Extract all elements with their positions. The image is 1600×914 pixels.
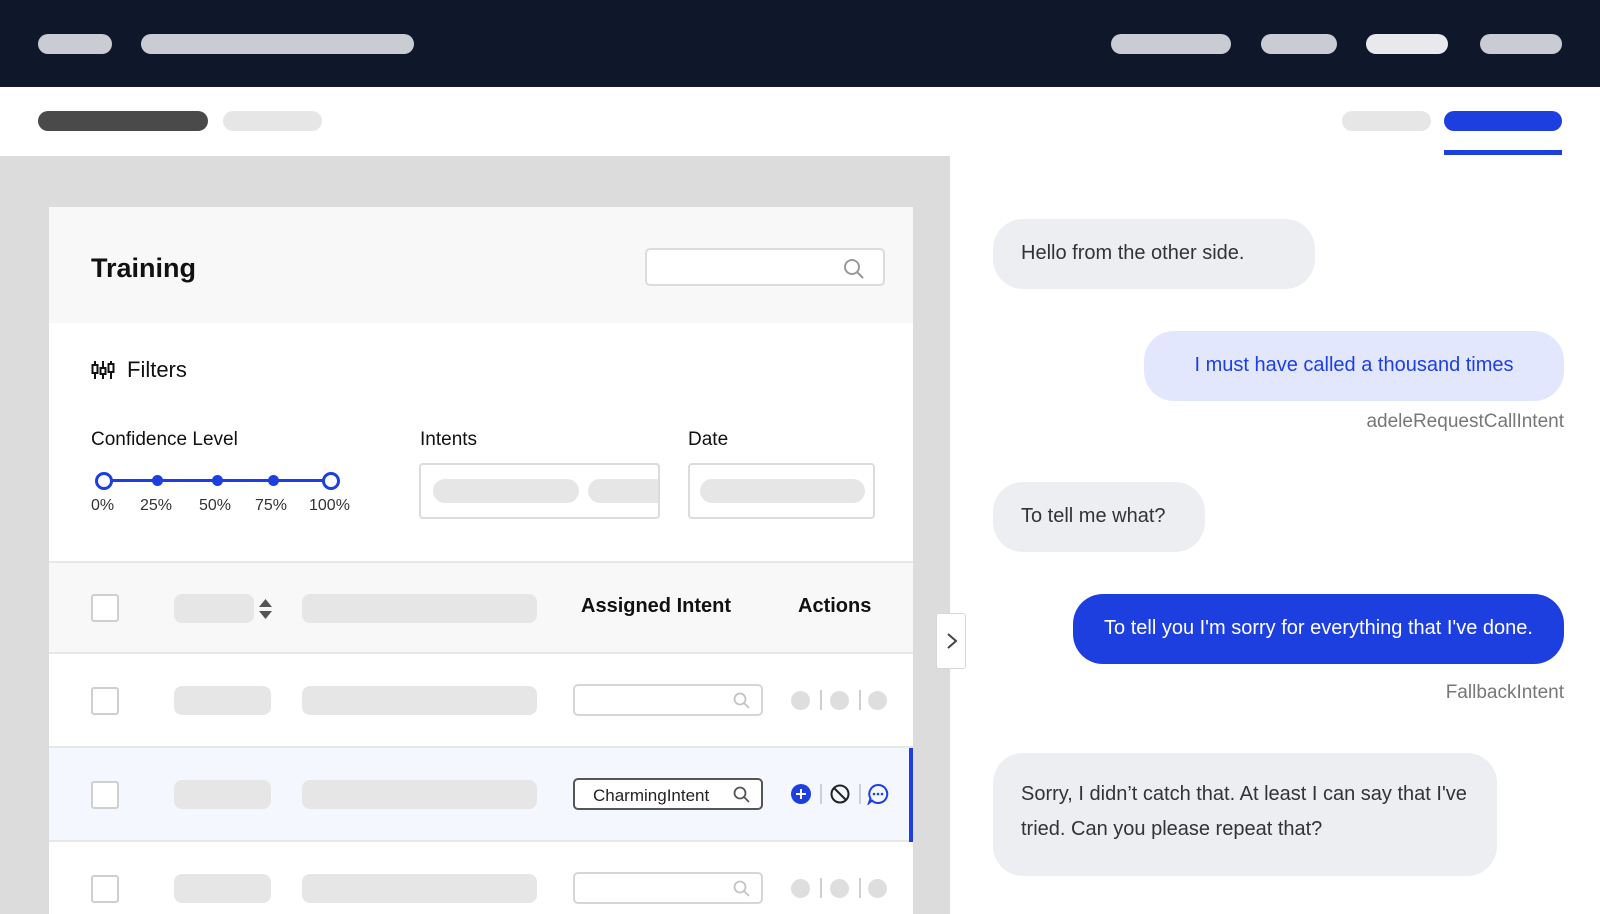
table-row[interactable] [49, 654, 913, 748]
ignore-action-placeholder[interactable] [830, 691, 849, 710]
date-filter-input[interactable] [688, 463, 875, 519]
action-divider [859, 690, 861, 710]
row-checkbox[interactable] [91, 875, 119, 903]
assigned-intent-input[interactable] [573, 684, 763, 716]
training-card: Training Filters Confidence Level Intent… [49, 207, 913, 914]
confidence-tick: 100% [309, 497, 350, 514]
row-checkbox[interactable] [91, 687, 119, 715]
assigned-intent-input[interactable]: CharmingIntent [573, 778, 763, 810]
filters-header: Filters [91, 357, 187, 383]
search-icon [733, 786, 750, 803]
search-icon [844, 259, 864, 279]
actions-header: Actions [798, 595, 872, 617]
breadcrumb-secondary-placeholder [223, 111, 322, 131]
nav-item-2[interactable] [1261, 34, 1337, 54]
nav-item-3[interactable] [1366, 34, 1448, 54]
column-header-placeholder[interactable] [174, 594, 254, 623]
confidence-level-label: Confidence Level [91, 429, 238, 450]
action-divider [820, 784, 822, 804]
cell-placeholder [302, 874, 537, 903]
confidence-slider[interactable] [91, 471, 340, 491]
tab-active[interactable] [1444, 111, 1562, 131]
training-card-header: Training [49, 207, 913, 323]
assigned-intent-value: CharmingIntent [593, 786, 710, 805]
confidence-slider-step [212, 475, 223, 486]
nav-item-1[interactable] [1111, 34, 1231, 54]
filter-sliders-icon [91, 361, 115, 379]
confidence-slider-step [268, 475, 279, 486]
action-divider [820, 690, 822, 710]
action-divider [820, 878, 822, 898]
ignore-icon[interactable] [830, 784, 850, 804]
add-icon[interactable] [791, 784, 811, 804]
expand-panel-button[interactable] [936, 613, 966, 669]
chat-message-user: I must have called a thousand times [1144, 331, 1564, 401]
matched-intent-label: adeleRequestCallIntent [1366, 411, 1564, 432]
confidence-slider-min-handle[interactable] [95, 472, 113, 490]
chevron-right-icon [947, 633, 958, 649]
tab-active-underline [1444, 150, 1562, 155]
row-checkbox[interactable] [91, 781, 119, 809]
cell-placeholder [174, 780, 271, 809]
row-selected-indicator [909, 748, 913, 842]
ignore-action-placeholder[interactable] [830, 879, 849, 898]
nav-logo-placeholder [38, 34, 112, 54]
nav-item-4[interactable] [1480, 34, 1562, 54]
date-label: Date [688, 429, 729, 450]
confidence-tick: 75% [255, 497, 288, 514]
sort-icon[interactable] [259, 599, 272, 619]
table-header: Assigned Intent Actions [49, 561, 913, 654]
nav-title-placeholder [141, 34, 414, 54]
add-action-placeholder[interactable] [791, 879, 810, 898]
intent-chip-placeholder[interactable] [588, 479, 658, 503]
breadcrumb-placeholder [38, 111, 208, 131]
search-icon [733, 692, 750, 709]
table-row[interactable] [49, 842, 913, 914]
table-row[interactable]: CharmingIntent [49, 748, 913, 842]
confidence-tick: 25% [140, 497, 173, 514]
date-value-placeholder [700, 479, 865, 503]
comment-action-placeholder[interactable] [868, 691, 887, 710]
confidence-tick: 0% [91, 497, 115, 514]
assigned-intent-header[interactable]: Assigned Intent [581, 595, 731, 618]
select-all-checkbox[interactable] [91, 594, 119, 622]
confidence-tick: 50% [199, 497, 232, 514]
intents-filter-input[interactable] [419, 463, 660, 519]
cell-placeholder [302, 686, 537, 715]
tab-inactive[interactable] [1342, 111, 1431, 131]
chat-message-bot: Hello from the other side. [993, 219, 1315, 289]
assigned-intent-input[interactable] [573, 872, 763, 904]
chat-message-user: To tell you I'm sorry for everything tha… [1073, 594, 1564, 664]
action-divider [859, 878, 861, 898]
add-action-placeholder[interactable] [791, 691, 810, 710]
matched-intent-label: FallbackIntent [1445, 682, 1564, 703]
sub-header [0, 87, 1600, 157]
search-input[interactable] [645, 248, 885, 286]
cell-placeholder [302, 780, 537, 809]
chat-message-bot: Sorry, I didn’t catch that. At least I c… [993, 753, 1497, 876]
action-divider [859, 784, 861, 804]
column-header-placeholder[interactable] [302, 594, 537, 623]
comment-icon[interactable] [867, 783, 889, 805]
search-icon [733, 880, 750, 897]
filters-label: Filters [127, 357, 187, 382]
top-nav-bar [0, 0, 1600, 87]
intents-label: Intents [420, 429, 478, 450]
page-title: Training [91, 253, 197, 283]
chat-message-bot: To tell me what? [993, 482, 1205, 552]
intent-chip-placeholder[interactable] [433, 479, 579, 503]
confidence-slider-step [152, 475, 163, 486]
cell-placeholder [174, 874, 271, 903]
cell-placeholder [174, 686, 271, 715]
confidence-slider-max-handle[interactable] [322, 472, 340, 490]
comment-action-placeholder[interactable] [868, 879, 887, 898]
